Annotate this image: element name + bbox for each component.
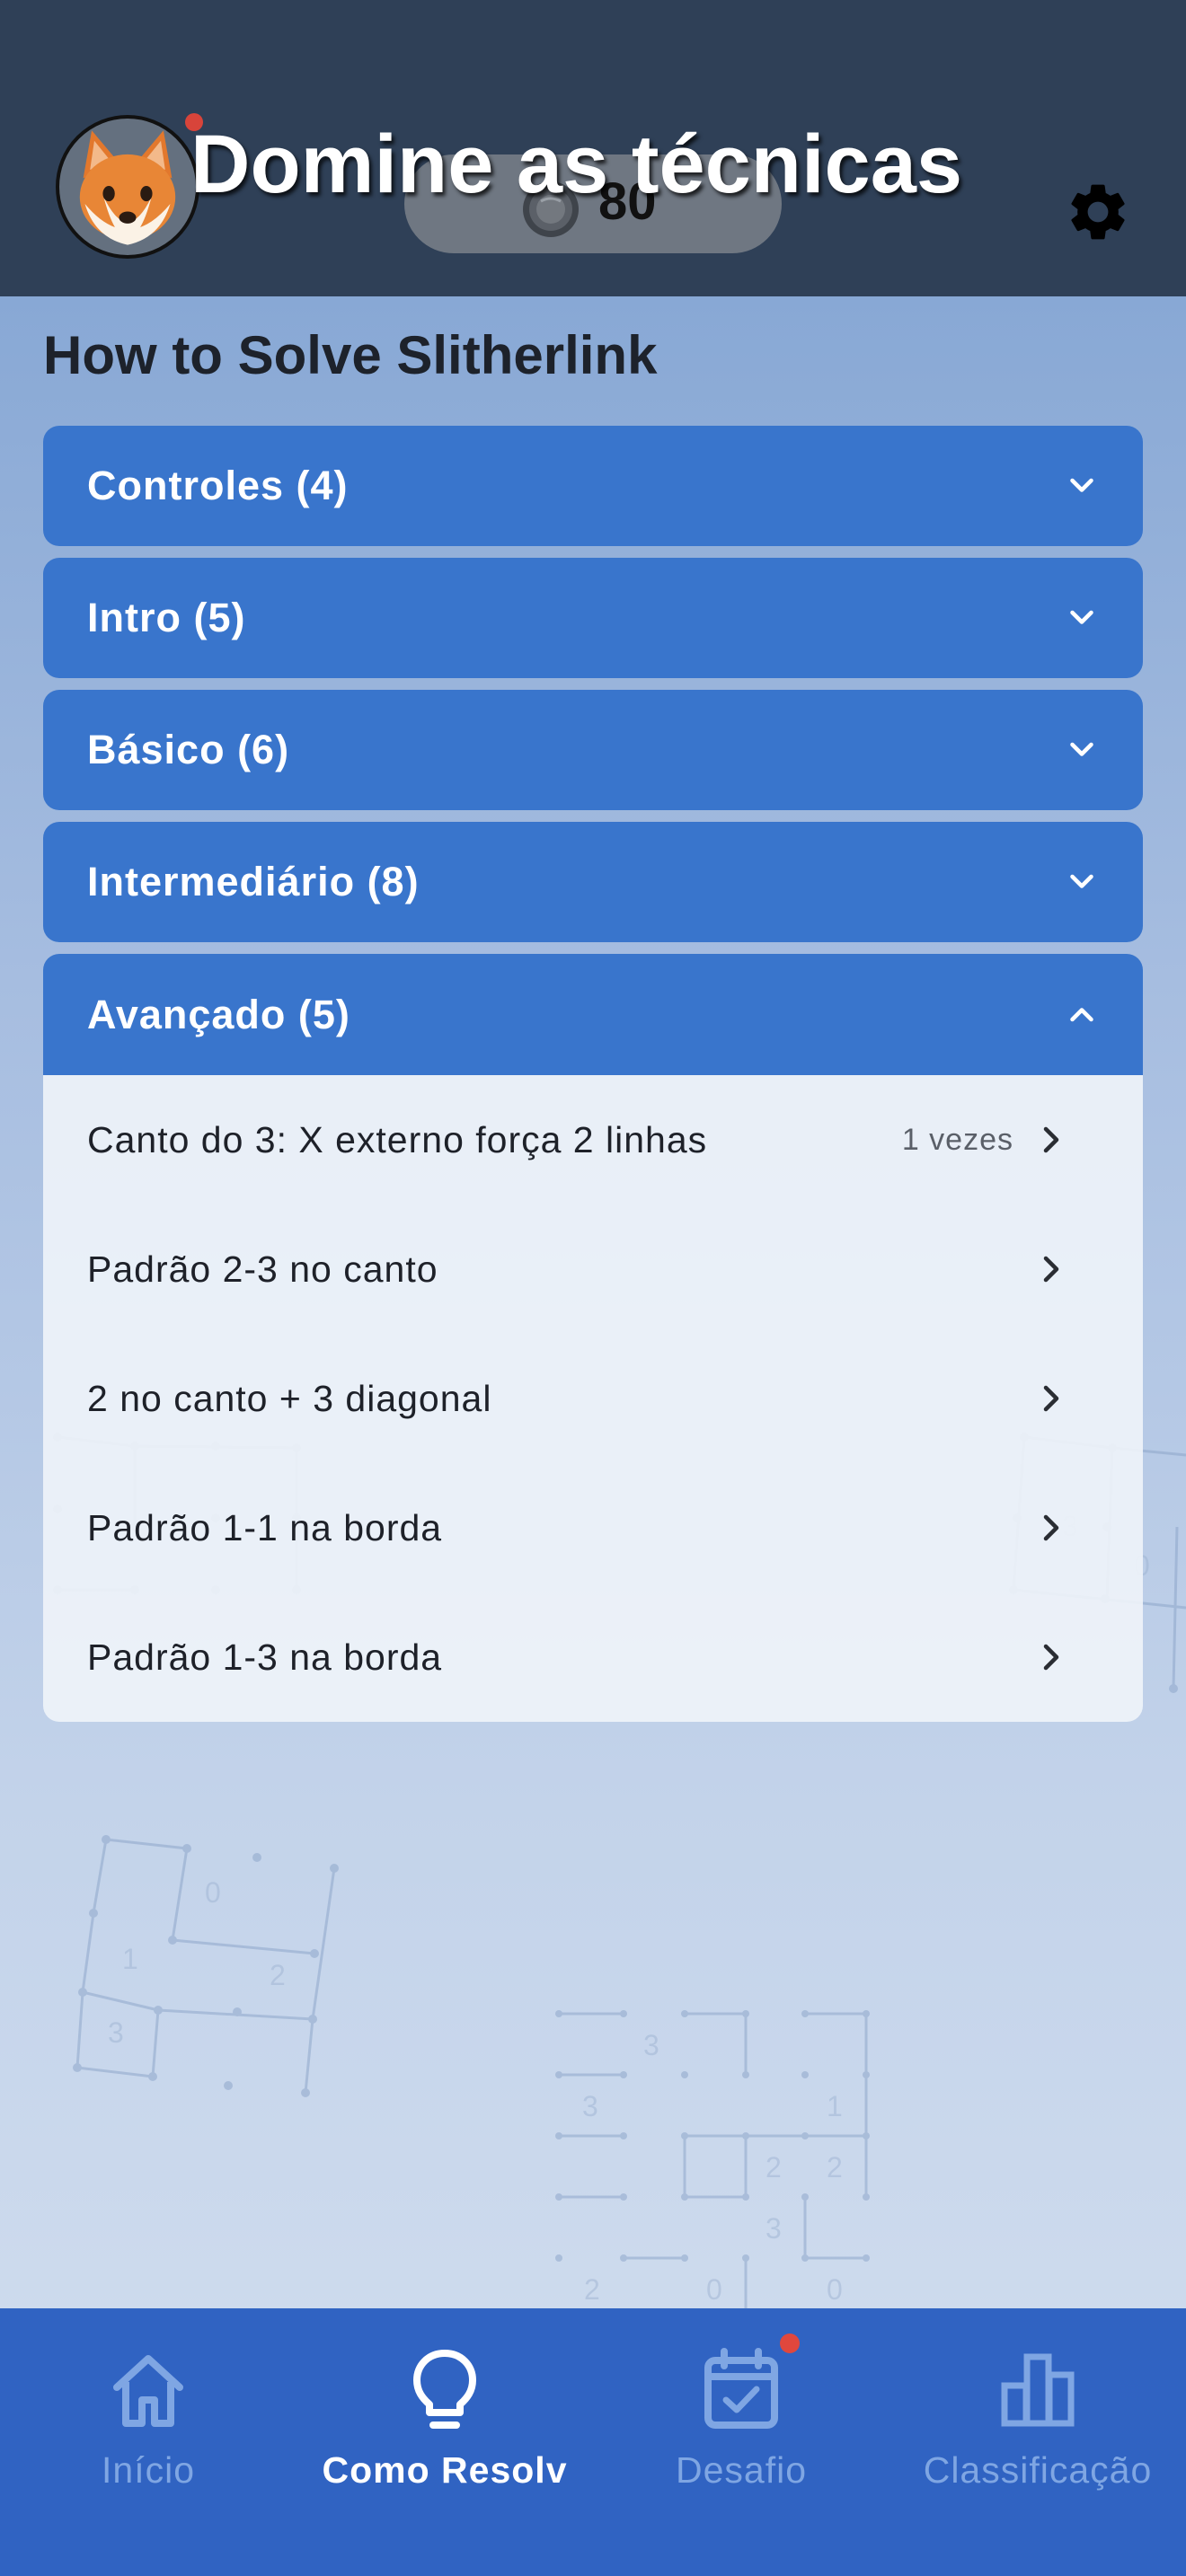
item-count: 1 vezes: [901, 1123, 1013, 1157]
chevron-right-icon: [1035, 1512, 1067, 1544]
section-controles[interactable]: Controles (4): [43, 426, 1143, 546]
svg-text:0: 0: [205, 1876, 221, 1909]
page-title: How to Solve Slitherlink: [43, 325, 658, 385]
svg-text:2: 2: [766, 2151, 782, 2183]
svg-text:3: 3: [643, 2029, 659, 2061]
nav-label: Desafio: [675, 2449, 807, 2491]
chevron-down-icon: [1066, 734, 1098, 766]
gear-icon[interactable]: [1064, 178, 1132, 246]
nav-label: Como Resolv: [322, 2449, 568, 2491]
chevron-down-icon: [1066, 602, 1098, 634]
section-intro[interactable]: Intro (5): [43, 558, 1143, 678]
nav-item-desafio[interactable]: Desafio: [593, 2308, 890, 2576]
svg-text:0: 0: [706, 2273, 722, 2306]
nav-label: Início: [102, 2449, 195, 2491]
chevron-down-icon: [1066, 866, 1098, 898]
nav-item-inicio[interactable]: Início: [0, 2308, 296, 2576]
list-item[interactable]: Canto do 3: X externo força 2 linhas 1 v…: [43, 1075, 1143, 1204]
chevron-right-icon: [1035, 1382, 1067, 1415]
section-label: Intermediário (8): [87, 859, 420, 904]
item-label: Padrão 1-3 na borda: [87, 1636, 443, 1678]
item-label: 2 no canto + 3 diagonal: [87, 1378, 492, 1419]
svg-text:1: 1: [827, 2090, 843, 2122]
svg-text:0: 0: [827, 2273, 843, 2306]
chevron-down-icon: [1066, 470, 1098, 502]
section-avancado[interactable]: Avançado (5): [43, 954, 1143, 1075]
section-basico[interactable]: Básico (6): [43, 690, 1143, 810]
nav-item-classificacao[interactable]: Classificação: [890, 2308, 1186, 2576]
advanced-items-panel: Canto do 3: X externo força 2 linhas 1 v…: [43, 1075, 1143, 1722]
svg-text:3: 3: [108, 2016, 124, 2049]
fox-avatar-icon[interactable]: [56, 115, 199, 259]
section-intermediario[interactable]: Intermediário (8): [43, 822, 1143, 942]
chevron-right-icon: [1035, 1253, 1067, 1285]
svg-text:1: 1: [122, 1943, 138, 1975]
chevron-right-icon: [1035, 1641, 1067, 1673]
section-label: Avançado (5): [87, 992, 350, 1037]
item-label: Padrão 1-1 na borda: [87, 1507, 443, 1548]
section-label: Básico (6): [87, 727, 290, 772]
header-title: Domine as técnicas: [190, 119, 963, 210]
bar-chart-icon: [997, 2346, 1078, 2432]
item-label: Canto do 3: X externo força 2 linhas: [87, 1119, 708, 1160]
bottom-nav: Início Como Resolv Desafio Classificação: [0, 2308, 1186, 2576]
svg-text:3: 3: [766, 2212, 782, 2245]
nav-item-como-resolver[interactable]: Como Resolv: [296, 2308, 593, 2576]
section-label: Intro (5): [87, 595, 246, 640]
svg-text:2: 2: [270, 1959, 286, 1991]
svg-text:2: 2: [827, 2151, 843, 2183]
desafio-notification-badge: [780, 2333, 800, 2353]
svg-text:2: 2: [584, 2273, 600, 2306]
list-item[interactable]: Padrão 1-1 na borda: [43, 1463, 1143, 1592]
chevron-right-icon: [1035, 1124, 1067, 1156]
home-icon: [108, 2346, 189, 2432]
item-label: Padrão 2-3 no canto: [87, 1248, 438, 1290]
lightbulb-icon: [404, 2346, 485, 2432]
chevron-up-icon: [1066, 998, 1098, 1030]
calendar-check-icon: [701, 2346, 782, 2432]
list-item[interactable]: 2 no canto + 3 diagonal: [43, 1334, 1143, 1463]
nav-label: Classificação: [923, 2449, 1153, 2491]
svg-text:3: 3: [582, 2090, 598, 2122]
section-label: Controles (4): [87, 463, 349, 508]
list-item[interactable]: Padrão 2-3 no canto: [43, 1204, 1143, 1334]
list-item[interactable]: Padrão 1-3 na borda: [43, 1592, 1143, 1722]
